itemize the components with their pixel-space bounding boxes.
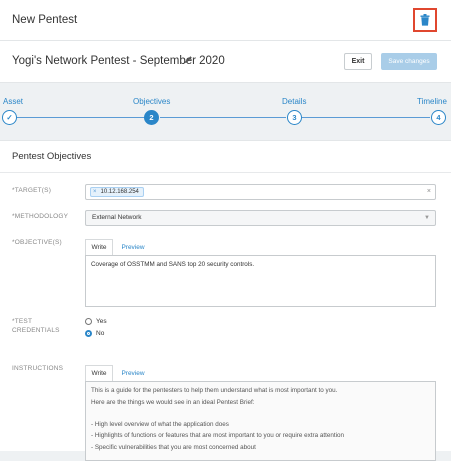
step-timeline-label[interactable]: Timeline [417, 97, 447, 106]
section-title: Pentest Objectives [12, 151, 92, 162]
top-bar: New Pentest [0, 0, 451, 41]
save-changes-button[interactable]: Save changes [381, 53, 437, 70]
step-objectives-label[interactable]: Objectives [133, 97, 170, 106]
targets-label: *TARGET(S) [12, 187, 52, 194]
step-timeline-circle[interactable]: 4 [431, 110, 446, 125]
step-details-label[interactable]: Details [282, 97, 306, 106]
step-asset-check-icon[interactable]: ✓ [2, 110, 17, 125]
target-chip-value: 10.12.168.254 [100, 189, 139, 195]
stepper-line [17, 117, 145, 118]
objectives-textarea[interactable]: Coverage of OSSTMM and SANS top 20 secur… [85, 255, 436, 307]
target-chip: × 10.12.168.254 [90, 187, 144, 197]
objectives-label: *OBJECTIVE(S) [12, 239, 62, 246]
objectives-text: Coverage of OSSTMM and SANS top 20 secur… [91, 261, 255, 268]
credentials-label-line2: CREDENTIALS [12, 327, 60, 334]
radio-no-label: No [96, 330, 105, 337]
objectives-tab-write[interactable]: Write [85, 239, 113, 256]
stepper-line [160, 117, 286, 118]
methodology-label: *METHODOLOGY [12, 213, 69, 220]
divider [0, 172, 451, 173]
instructions-line: Here are the things we would see in an i… [91, 398, 255, 406]
instructions-line: - High level overview of what the applic… [91, 420, 229, 428]
page-title: New Pentest [12, 14, 78, 26]
credentials-no-option[interactable]: No [85, 330, 104, 337]
credentials-yes-option[interactable]: Yes [85, 318, 107, 325]
instructions-line: This is a guide for the pentesters to he… [91, 387, 338, 394]
chevron-down-icon: ▼ [424, 215, 430, 221]
instructions-tabs: Write Preview [85, 365, 436, 382]
instructions-tab-write[interactable]: Write [85, 365, 113, 382]
radio-no[interactable] [85, 330, 92, 337]
stepper-line [302, 117, 430, 118]
delete-button[interactable] [413, 8, 437, 32]
step-objectives-circle[interactable]: 2 [144, 110, 159, 125]
objectives-tabs: Write Preview [85, 239, 436, 256]
instructions-label: INSTRUCTIONS [12, 365, 64, 372]
radio-yes[interactable] [85, 318, 92, 325]
clear-targets-icon[interactable]: × [427, 188, 431, 195]
credentials-label-line1: *TEST [12, 318, 33, 325]
exit-button[interactable]: Exit [344, 53, 372, 70]
instructions-tab-preview[interactable]: Preview [117, 365, 149, 382]
targets-input[interactable]: × 10.12.168.254 × [85, 184, 436, 200]
step-details-circle[interactable]: 3 [287, 110, 302, 125]
radio-yes-label: Yes [96, 318, 107, 325]
remove-chip-icon[interactable]: × [93, 189, 97, 195]
instructions-line: - Highlights of functions or features th… [91, 432, 345, 439]
instructions-line [91, 410, 430, 416]
trash-icon [420, 14, 430, 26]
methodology-value: External Network [92, 214, 142, 221]
edit-pencil-icon[interactable] [184, 55, 193, 64]
instructions-line: - Specific vulnerabilities that you are … [91, 443, 256, 451]
instructions-textarea[interactable]: This is a guide for the pentesters to he… [85, 381, 436, 461]
methodology-select[interactable]: External Network ▼ [85, 210, 436, 226]
objectives-tab-preview[interactable]: Preview [117, 239, 149, 256]
step-asset-label[interactable]: Asset [3, 97, 23, 106]
